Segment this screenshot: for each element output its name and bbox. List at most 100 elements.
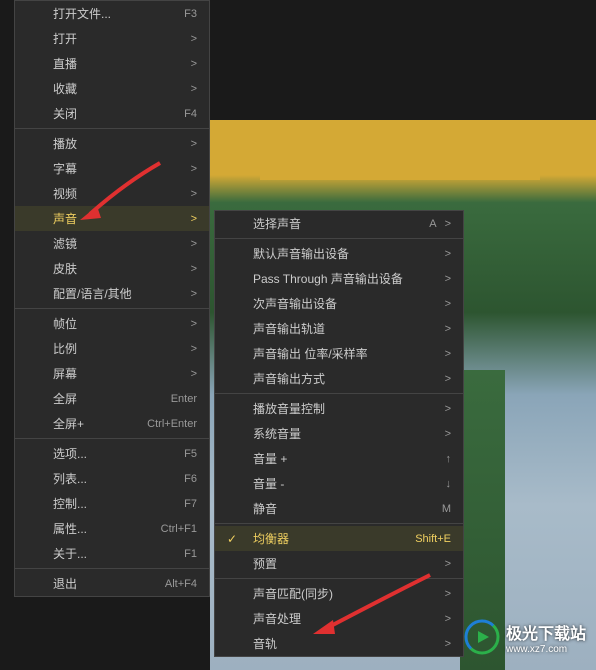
annotation-arrow-1 [75, 158, 165, 230]
sound-menu-item[interactable]: 系统音量 > [215, 421, 463, 446]
sound-menu-item[interactable]: 选择声音A> [215, 211, 463, 236]
main-menu-item[interactable]: 列表...F6 [15, 466, 209, 491]
menu-item-shortcut: F4 [184, 108, 197, 120]
chevron-right-icon: > [191, 213, 197, 225]
menu-item-shortcut: Enter [171, 393, 197, 405]
main-menu-item[interactable]: 皮肤 > [15, 256, 209, 281]
menu-item-label: 音量 + [253, 450, 446, 467]
chevron-right-icon: > [445, 428, 451, 440]
sound-menu-item[interactable]: 声音输出方式> [215, 366, 463, 391]
main-menu-item[interactable]: 打开> [15, 26, 209, 51]
menu-item-label: 退出 [53, 575, 165, 592]
main-menu-item[interactable]: 关闭F4 [15, 101, 209, 126]
menu-item-label: 音量 - [253, 475, 446, 492]
checkmark-icon: ✓ [227, 532, 237, 546]
menu-item-shortcut: F6 [184, 473, 197, 485]
main-menu-item[interactable]: 打开文件...F3 [15, 1, 209, 26]
chevron-right-icon: > [191, 163, 197, 175]
chevron-right-icon: > [445, 403, 451, 415]
menu-item-label: 打开 [53, 30, 183, 47]
chevron-right-icon: > [191, 188, 197, 200]
main-menu-item[interactable]: 屏幕 > [15, 361, 209, 386]
menu-item-label: 选择声音 [253, 215, 429, 232]
sound-menu-item[interactable]: 音量 -↓ [215, 471, 463, 496]
watermark-logo-icon [464, 619, 500, 655]
main-menu-item[interactable]: 播放> [15, 131, 209, 156]
menu-item-shortcut: Ctrl+F1 [161, 523, 197, 535]
menu-separator [15, 438, 209, 439]
main-menu-item[interactable]: 比例 > [15, 336, 209, 361]
menu-item-shortcut: ↑ [446, 453, 452, 465]
main-menu-item[interactable]: 直播 > [15, 51, 209, 76]
main-menu-item[interactable]: 滤镜> [15, 231, 209, 256]
watermark-text: 极光下载站 [506, 620, 586, 644]
sound-menu-item[interactable]: Pass Through 声音输出设备> [215, 266, 463, 291]
menu-item-shortcut: Shift+E [415, 533, 451, 545]
main-menu-item[interactable]: 退出Alt+F4 [15, 571, 209, 596]
main-menu-item[interactable]: 全屏Enter [15, 386, 209, 411]
main-menu-item[interactable]: 收藏 > [15, 76, 209, 101]
menu-item-label: 全屏 [53, 390, 171, 407]
menu-item-label: 屏幕 [53, 365, 183, 382]
menu-item-label: 控制... [53, 495, 184, 512]
menu-item-label: 选项... [53, 445, 184, 462]
sound-menu-item[interactable]: 声音输出 位率/采样率 > [215, 341, 463, 366]
menu-separator [215, 523, 463, 524]
menu-separator [215, 393, 463, 394]
chevron-right-icon: > [445, 588, 451, 600]
sound-menu-item[interactable]: 静音M [215, 496, 463, 521]
menu-item-shortcut: A [429, 218, 436, 230]
menu-separator [15, 308, 209, 309]
menu-item-label: 播放音量控制 [253, 400, 437, 417]
menu-item-shortcut: ↓ [446, 478, 452, 490]
menu-item-shortcut: F5 [184, 448, 197, 460]
menu-item-label: 静音 [253, 500, 442, 517]
menu-item-label: 配置/语言/其他 [53, 285, 183, 302]
main-menu-item[interactable]: 属性...Ctrl+F1 [15, 516, 209, 541]
chevron-right-icon: > [191, 58, 197, 70]
chevron-right-icon: > [191, 238, 197, 250]
menu-item-label: 次声音输出设备 [253, 295, 437, 312]
menu-item-label: 均衡器 [253, 530, 415, 547]
sound-menu-item[interactable]: 默认声音输出设备> [215, 241, 463, 266]
main-menu-item[interactable]: 全屏+Ctrl+Enter [15, 411, 209, 436]
main-menu-item[interactable]: 配置/语言/其他 > [15, 281, 209, 306]
chevron-right-icon: > [445, 248, 451, 260]
main-menu-item[interactable]: 选项...F5 [15, 441, 209, 466]
sound-menu-item[interactable]: 声音输出轨道 > [215, 316, 463, 341]
chevron-right-icon: > [191, 368, 197, 380]
chevron-right-icon: > [191, 343, 197, 355]
menu-item-label: 系统音量 [253, 425, 437, 442]
watermark: 极光下载站 www.xz7.com [464, 619, 586, 655]
sound-menu-item[interactable]: 音量 +↑ [215, 446, 463, 471]
main-menu-item[interactable]: 控制...F7 [15, 491, 209, 516]
context-menu-main: 打开文件...F3打开>直播>收藏>关闭F4播放>字幕>视频>声音>滤镜>皮肤>… [14, 0, 210, 597]
menu-item-label: 声音输出轨道 [253, 320, 437, 337]
menu-item-label: 皮肤 [53, 260, 183, 277]
chevron-right-icon: > [445, 323, 451, 335]
menu-item-label: 关闭 [53, 105, 184, 122]
menu-item-label: 关于... [53, 545, 184, 562]
menu-item-label: 列表... [53, 470, 184, 487]
chevron-right-icon: > [191, 288, 197, 300]
chevron-right-icon: > [191, 83, 197, 95]
chevron-right-icon: > [191, 138, 197, 150]
menu-item-label: 直播 [53, 55, 183, 72]
menu-separator [15, 128, 209, 129]
main-menu-item[interactable]: 帧位> [15, 311, 209, 336]
sound-menu-item[interactable]: 次声音输出设备> [215, 291, 463, 316]
main-menu-item[interactable]: 关于...F1 [15, 541, 209, 566]
menu-item-shortcut: Alt+F4 [165, 578, 197, 590]
chevron-right-icon: > [191, 263, 197, 275]
menu-item-shortcut: M [442, 503, 451, 515]
sound-menu-item[interactable]: ✓ 均衡器Shift+E [215, 526, 463, 551]
menu-item-label: 比例 [53, 340, 183, 357]
menu-item-shortcut: Ctrl+Enter [147, 418, 197, 430]
menu-item-shortcut: F1 [184, 548, 197, 560]
menu-item-label: 收藏 [53, 80, 183, 97]
menu-item-label: 声音输出 位率/采样率 [253, 345, 437, 362]
menu-item-label: 属性... [53, 520, 161, 537]
sound-menu-item[interactable]: 播放音量控制 > [215, 396, 463, 421]
chevron-right-icon: > [445, 348, 451, 360]
watermark-url: www.xz7.com [506, 644, 586, 655]
